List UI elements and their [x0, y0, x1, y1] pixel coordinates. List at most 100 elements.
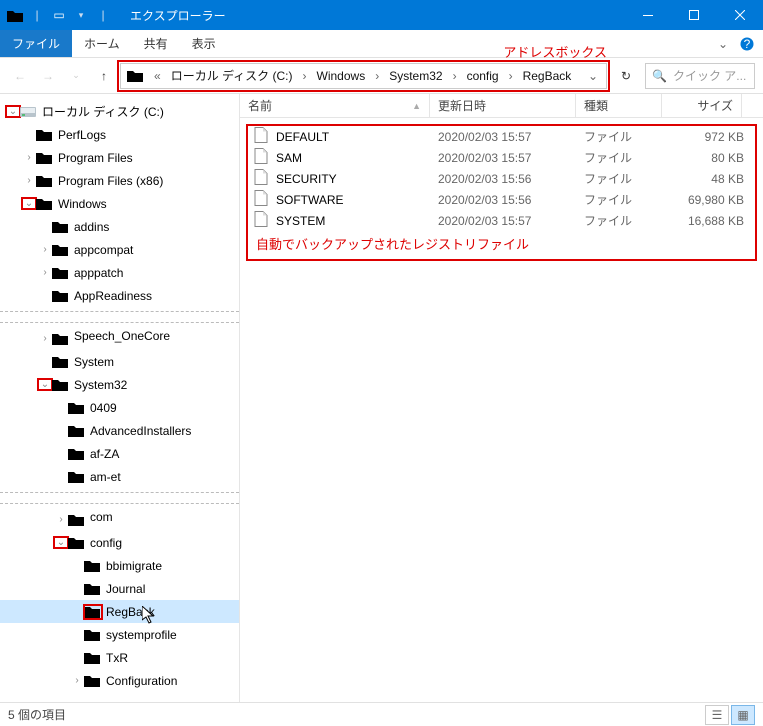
column-name[interactable]: 名前▲	[240, 94, 430, 117]
torn-edge	[0, 311, 239, 323]
tab-view[interactable]: 表示	[180, 30, 228, 57]
history-dropdown-icon[interactable]: ⌄	[64, 64, 88, 88]
tree-item[interactable]: systemprofile	[0, 623, 239, 646]
up-button[interactable]: ↑	[92, 64, 116, 88]
tree-item[interactable]: am-et	[0, 465, 239, 488]
tree-item[interactable]: › apppatch	[0, 261, 239, 284]
chevron-icon[interactable]: ›	[298, 69, 312, 83]
file-row[interactable]: SAM 2020/02/03 15:57 ファイル 80 KB	[248, 147, 755, 168]
file-row[interactable]: SOFTWARE 2020/02/03 15:56 ファイル 69,980 KB	[248, 189, 755, 210]
chevron-icon[interactable]: ›	[370, 69, 384, 83]
tab-share[interactable]: 共有	[132, 30, 180, 57]
address-segment[interactable]: RegBack	[518, 69, 577, 83]
folder-icon	[68, 513, 86, 527]
address-segment[interactable]: Windows	[312, 69, 371, 83]
folder-icon	[68, 536, 86, 550]
file-row[interactable]: SYSTEM 2020/02/03 15:57 ファイル 16,688 KB	[248, 210, 755, 231]
address-bar[interactable]: « ローカル ディスク (C:)› Windows› System32› con…	[120, 63, 607, 89]
view-details-button[interactable]: ☰	[705, 705, 729, 725]
tree-item[interactable]: AppReadiness	[0, 284, 239, 307]
nav-toolbar: ← → ⌄ ↑ « ローカル ディスク (C:)› Windows› Syste…	[0, 58, 763, 94]
search-icon: 🔍	[652, 69, 667, 83]
maximize-button[interactable]	[671, 0, 717, 30]
file-type: ファイル	[584, 170, 670, 187]
folder-icon	[52, 243, 70, 257]
forward-button[interactable]: →	[36, 64, 60, 88]
tree-item[interactable]: ⌄ ローカル ディスク (C:)	[0, 100, 239, 123]
expander-icon[interactable]: ›	[22, 152, 36, 163]
file-name: DEFAULT	[276, 130, 438, 144]
tree-item-label: Configuration	[106, 674, 177, 688]
search-input[interactable]: 🔍 クイック ア...	[645, 63, 755, 89]
address-segment[interactable]: ローカル ディスク (C:)	[166, 67, 298, 84]
nav-tree[interactable]: ⌄ ローカル ディスク (C:) PerfLogs › Program File…	[0, 94, 240, 702]
disk-icon	[20, 105, 38, 119]
tree-item[interactable]: PerfLogs	[0, 123, 239, 146]
tree-item-label: RegBack	[106, 605, 155, 619]
expander-icon[interactable]: ⌄	[6, 106, 20, 117]
column-type[interactable]: 種類	[576, 94, 662, 117]
chevron-icon[interactable]: ›	[504, 69, 518, 83]
minimize-button[interactable]	[625, 0, 671, 30]
column-size[interactable]: サイズ	[662, 94, 742, 117]
address-overflow[interactable]: «	[149, 69, 166, 83]
column-headers: 名前▲ 更新日時 種類 サイズ	[240, 94, 763, 118]
file-name: SOFTWARE	[276, 193, 438, 207]
tree-item[interactable]: ⌄ System32	[0, 373, 239, 396]
expander-icon[interactable]: ›	[38, 333, 52, 344]
file-type: ファイル	[584, 149, 670, 166]
folder-icon	[127, 69, 145, 83]
tree-item[interactable]: addins	[0, 215, 239, 238]
tree-item[interactable]: › Configuration	[0, 669, 239, 692]
qat-properties-icon[interactable]: ▭	[50, 6, 68, 24]
ribbon-expand-icon[interactable]: ⌄	[711, 30, 735, 57]
tree-item-label: 0409	[90, 401, 117, 415]
address-segment[interactable]: config	[462, 69, 504, 83]
tree-item[interactable]: › com	[0, 508, 239, 531]
file-size: 69,980 KB	[670, 193, 744, 207]
tree-item[interactable]: af-ZA	[0, 442, 239, 465]
back-button[interactable]: ←	[8, 64, 32, 88]
tree-item[interactable]: RegBack	[0, 600, 239, 623]
expander-icon[interactable]: ›	[70, 675, 84, 686]
tree-item[interactable]: › Program Files	[0, 146, 239, 169]
tree-item[interactable]: ⌄ Windows	[0, 192, 239, 215]
expander-icon[interactable]: ⌄	[38, 379, 52, 390]
tree-item-label: AdvancedInstallers	[90, 424, 191, 438]
file-row[interactable]: DEFAULT 2020/02/03 15:57 ファイル 972 KB	[248, 126, 755, 147]
qat-dropdown-icon[interactable]: ▾	[72, 6, 90, 24]
folder-icon	[52, 378, 70, 392]
tree-item[interactable]: › appcompat	[0, 238, 239, 261]
tree-item[interactable]: › Program Files (x86)	[0, 169, 239, 192]
expander-icon[interactable]: ›	[54, 514, 68, 525]
tree-item[interactable]: › Speech_OneCore	[0, 327, 239, 350]
view-icons-button[interactable]: ▦	[731, 705, 755, 725]
tree-item[interactable]: bbimigrate	[0, 554, 239, 577]
tree-item[interactable]: AdvancedInstallers	[0, 419, 239, 442]
file-row[interactable]: SECURITY 2020/02/03 15:56 ファイル 48 KB	[248, 168, 755, 189]
tab-file[interactable]: ファイル	[0, 30, 72, 57]
tree-item[interactable]: 0409	[0, 396, 239, 419]
address-dropdown-icon[interactable]: ⌄	[582, 69, 604, 83]
tab-home[interactable]: ホーム	[72, 30, 132, 57]
expander-icon[interactable]: ›	[22, 175, 36, 186]
folder-icon	[36, 151, 54, 165]
tree-item[interactable]: Journal	[0, 577, 239, 600]
refresh-button[interactable]: ↻	[611, 63, 641, 89]
address-segment[interactable]: System32	[384, 69, 447, 83]
tree-item-label: System	[74, 355, 114, 369]
expander-icon[interactable]: ›	[38, 267, 52, 278]
help-icon[interactable]: ?	[735, 30, 759, 57]
tree-item-label: Windows	[58, 197, 107, 211]
expander-icon[interactable]: ⌄	[22, 198, 36, 209]
column-date[interactable]: 更新日時	[430, 94, 576, 117]
tree-item-label: appcompat	[74, 243, 133, 257]
tree-item-label: bbimigrate	[106, 559, 162, 573]
expander-icon[interactable]: ⌄	[54, 537, 68, 548]
expander-icon[interactable]: ›	[38, 244, 52, 255]
close-button[interactable]	[717, 0, 763, 30]
tree-item[interactable]: ⌄ config	[0, 531, 239, 554]
chevron-icon[interactable]: ›	[448, 69, 462, 83]
tree-item[interactable]: TxR	[0, 646, 239, 669]
tree-item[interactable]: System	[0, 350, 239, 373]
